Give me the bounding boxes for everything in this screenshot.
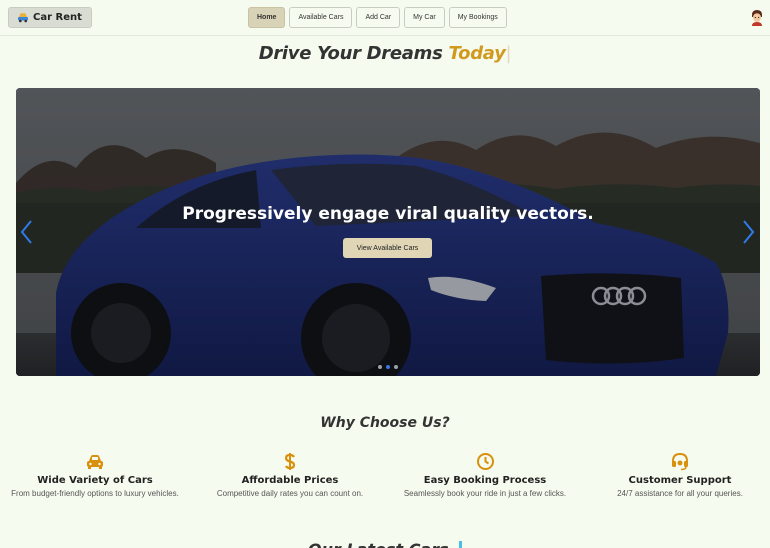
latest-cars-title: Our Latest Cars bbox=[308, 540, 449, 548]
clock-icon bbox=[476, 453, 494, 470]
avatar[interactable] bbox=[750, 9, 764, 26]
view-available-cars-button[interactable]: View Available Cars bbox=[343, 238, 432, 258]
carousel-caption: Progressively engage viral quality vecto… bbox=[182, 204, 594, 224]
carousel-slide-image bbox=[16, 88, 760, 376]
brand-button[interactable]: Car Rent bbox=[8, 7, 92, 28]
hero-title-main: Drive Your Dreams bbox=[258, 43, 443, 64]
carousel-indicator[interactable] bbox=[386, 365, 390, 369]
feature-text: 24/7 assistance for all your queries. bbox=[617, 489, 743, 498]
brand-label: Car Rent bbox=[33, 12, 82, 23]
feature-text: From budget-friendly options to luxury v… bbox=[11, 489, 179, 498]
headset-icon bbox=[672, 452, 688, 471]
carousel-indicator[interactable] bbox=[394, 365, 398, 369]
car-icon bbox=[87, 455, 103, 469]
typing-cursor bbox=[459, 541, 462, 548]
carousel-indicators bbox=[16, 365, 760, 369]
carousel-indicator[interactable] bbox=[378, 365, 382, 369]
why-choose-us-title: Why Choose Us? bbox=[320, 415, 450, 431]
main-nav: Home Available Cars Add Car My Car My Bo… bbox=[248, 7, 507, 28]
feature-text: Seamlessly book your ride in just a few … bbox=[403, 489, 567, 498]
nav-my-car[interactable]: My Car bbox=[404, 7, 445, 28]
feature-title: Affordable Prices bbox=[241, 475, 339, 486]
features-list: Wide Variety of Cars From budget-friendl… bbox=[0, 452, 770, 522]
feature-item: Affordable Prices Competitive daily rate… bbox=[205, 452, 375, 500]
feature-item: Wide Variety of Cars From budget-friendl… bbox=[10, 452, 180, 500]
feature-title: Customer Support bbox=[628, 475, 732, 486]
feature-item: Easy Booking Process Seamlessly book you… bbox=[400, 452, 570, 500]
hero-title-accent: Today bbox=[448, 43, 506, 64]
chevron-left-icon[interactable] bbox=[19, 219, 35, 245]
car-icon bbox=[18, 13, 28, 23]
feature-title: Wide Variety of Cars bbox=[37, 475, 153, 486]
feature-item: Customer Support 24/7 assistance for all… bbox=[595, 452, 765, 500]
nav-home[interactable]: Home bbox=[248, 7, 286, 28]
feature-title: Easy Booking Process bbox=[423, 475, 547, 486]
dollar-icon bbox=[284, 453, 296, 470]
chevron-right-icon[interactable] bbox=[740, 219, 756, 245]
nav-add-car[interactable]: Add Car bbox=[356, 7, 401, 28]
nav-available-cars[interactable]: Available Cars bbox=[289, 7, 353, 28]
nav-my-bookings[interactable]: My Bookings bbox=[448, 7, 507, 28]
typing-cursor: | bbox=[505, 43, 512, 64]
hero-title: Drive Your Dreams Today| bbox=[0, 43, 770, 64]
hero-carousel: Progressively engage viral quality vecto… bbox=[16, 88, 760, 376]
feature-text: Competitive daily rates you can count on… bbox=[216, 489, 364, 498]
navbar: Car Rent Home Available Cars Add Car My … bbox=[0, 0, 770, 36]
